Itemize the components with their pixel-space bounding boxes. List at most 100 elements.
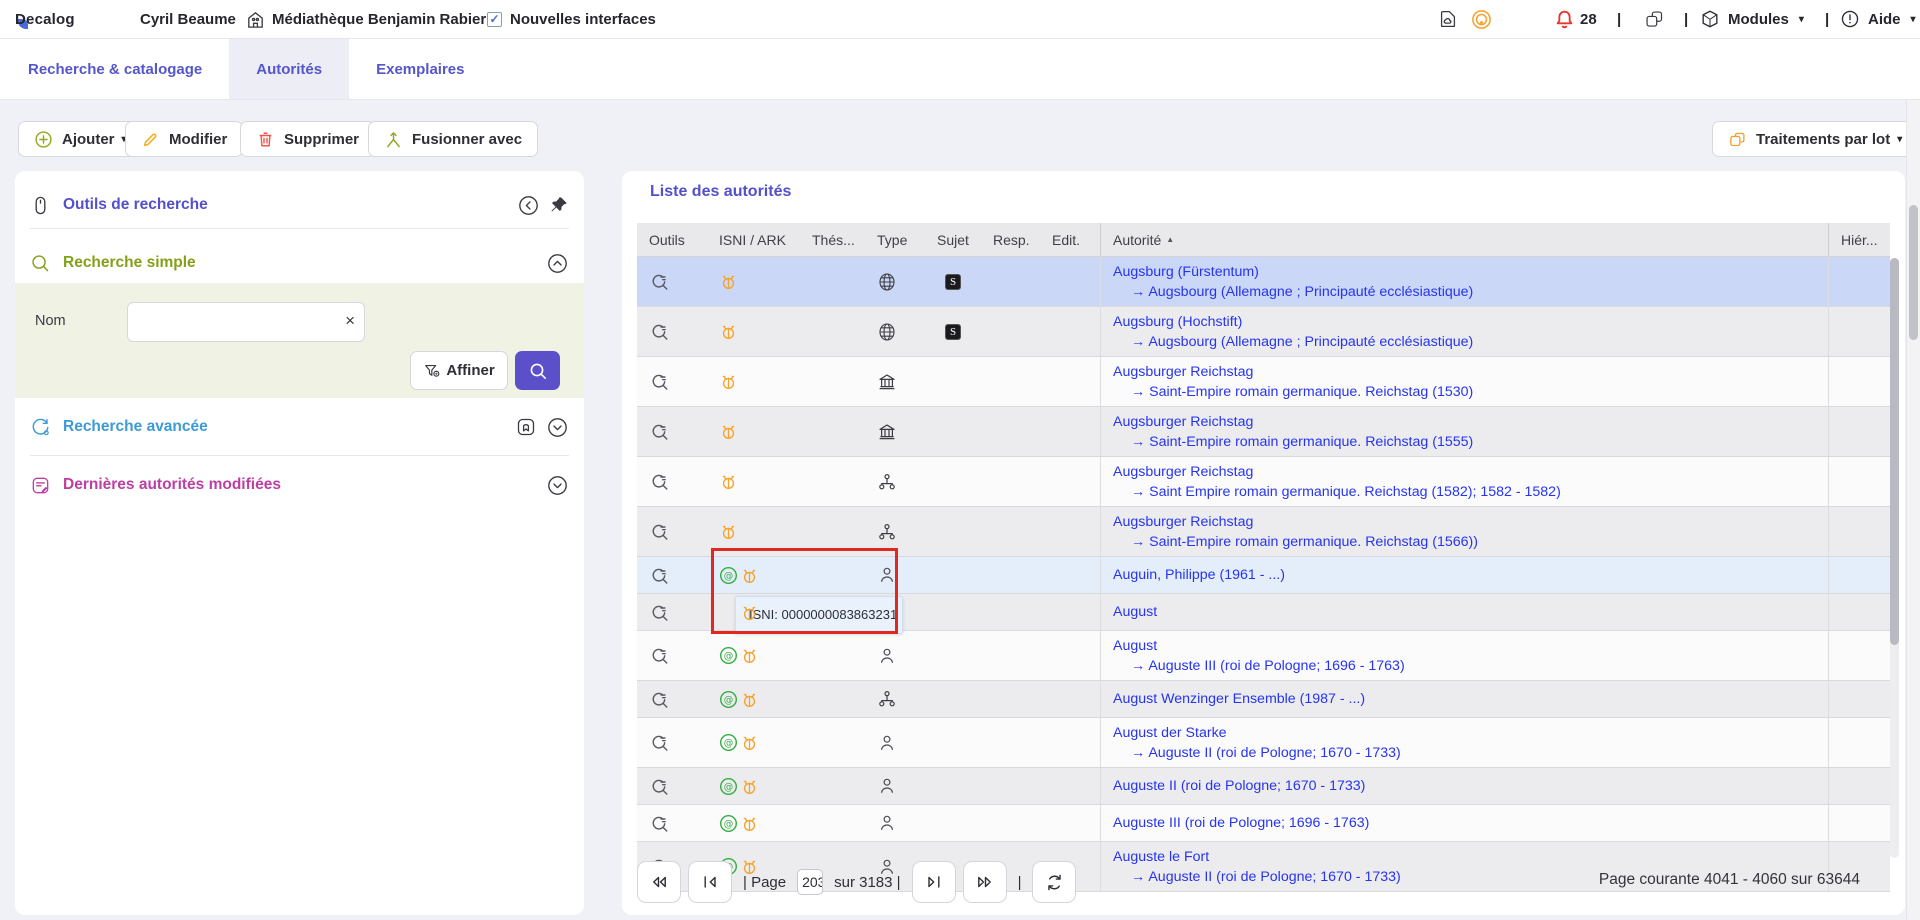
fast-next-button[interactable] <box>963 861 1007 903</box>
row-tools-icon[interactable] <box>637 557 707 593</box>
next-page-button[interactable] <box>912 861 956 903</box>
table-row[interactable]: Augsburger Reichstag→ Saint-Empire romai… <box>637 507 1890 557</box>
table-row[interactable]: @Auguste III (roi de Pologne; 1696 - 176… <box>637 805 1890 842</box>
table-row[interactable]: @ August Wenzinger Ensemble (1987 - ...) <box>637 681 1890 718</box>
authority-reference-link[interactable]: → Saint Empire romain germanique. Reichs… <box>1113 482 1828 502</box>
table-row[interactable]: SAugsburg (Hochstift)→ Augsbourg (Allema… <box>637 307 1890 357</box>
page-input[interactable] <box>797 869 823 895</box>
ark-icon[interactable] <box>719 322 738 341</box>
collapse-panel-icon[interactable] <box>517 194 540 217</box>
ark-icon[interactable] <box>740 777 759 796</box>
column-header-ids[interactable]: ISNI / ARK <box>707 223 800 256</box>
fast-previous-button[interactable] <box>637 861 681 903</box>
scrollbar-thumb[interactable] <box>1890 258 1899 645</box>
table-row[interactable]: @ August der Starke→ Auguste II (roi de P… <box>637 718 1890 768</box>
row-tools-icon[interactable] <box>637 631 707 680</box>
notifications-bell-icon[interactable] <box>1554 0 1575 38</box>
table-row[interactable]: @Auguste II (roi de Pologne; 1670 - 1733… <box>637 768 1890 805</box>
column-header-sujet[interactable]: Sujet <box>925 223 981 256</box>
authority-reference-link[interactable]: → Auguste III (roi de Pologne; 1696 - 17… <box>1113 656 1828 676</box>
column-header-hier[interactable]: Hiér... <box>1828 223 1890 256</box>
modules-menu[interactable]: Modules▾ <box>1700 0 1804 38</box>
isni-icon[interactable]: @ <box>719 566 738 585</box>
merge-button[interactable]: Fusionner avec <box>368 121 538 157</box>
column-header-resp[interactable]: Resp. <box>981 223 1040 256</box>
refine-button[interactable]: Affiner <box>410 351 508 390</box>
collapse-section-icon[interactable] <box>546 252 569 275</box>
window-scrollbar[interactable] <box>1906 100 1920 920</box>
delete-button[interactable]: Supprimer <box>240 121 375 157</box>
link-icon[interactable] <box>1644 0 1665 38</box>
library-name[interactable]: Médiathèque Benjamin Rabier <box>272 0 486 38</box>
ark-icon[interactable] <box>740 733 759 752</box>
authority-link[interactable]: August Wenzinger Ensemble (1987 - ...) <box>1113 689 1365 709</box>
new-interfaces-toggle[interactable]: ✓ Nouvelles interfaces <box>487 0 656 38</box>
table-row[interactable]: Augsburger Reichstag→ Saint-Empire romai… <box>637 357 1890 407</box>
ark-icon[interactable] <box>740 690 759 709</box>
authority-reference-link[interactable]: → Saint-Empire romain germanique. Reichs… <box>1113 432 1828 452</box>
ark-icon[interactable] <box>719 372 738 391</box>
row-tools-icon[interactable] <box>637 768 707 804</box>
help-menu[interactable]: Aide▾ <box>1840 0 1916 38</box>
column-header-outils[interactable]: Outils <box>637 223 707 256</box>
previous-page-button[interactable] <box>688 861 732 903</box>
table-row[interactable]: SAugsburg (Fürstentum)→ Augsbourg (Allem… <box>637 257 1890 307</box>
isni-icon[interactable]: @ <box>719 777 738 796</box>
edit-button[interactable]: Modifier <box>125 121 243 157</box>
window-scrollbar-thumb[interactable] <box>1909 205 1918 340</box>
table-row[interactable]: @ August→ Auguste III (roi de Pologne; 16… <box>637 631 1890 681</box>
authority-reference-link[interactable]: → Saint-Empire romain germanique. Reichs… <box>1113 382 1828 402</box>
row-tools-icon[interactable] <box>637 307 707 356</box>
authority-link[interactable]: Auguste le Fort <box>1113 847 1828 867</box>
clear-input-icon[interactable]: × <box>345 311 355 331</box>
batch-processing-button[interactable]: Traitements par lot▾ <box>1712 121 1918 157</box>
authority-reference-link[interactable]: → Augsbourg (Allemagne ; Principauté ecc… <box>1113 332 1828 352</box>
documents-icon[interactable] <box>1437 0 1459 38</box>
notification-count[interactable]: 28 <box>1580 0 1597 38</box>
expand-recent-icon[interactable] <box>546 474 569 497</box>
recent-authorities-header[interactable]: Dernières autorités modifiées <box>30 465 569 505</box>
row-tools-icon[interactable] <box>637 507 707 556</box>
authority-link[interactable]: August der Starke <box>1113 723 1828 743</box>
table-scrollbar[interactable] <box>1890 258 1899 858</box>
ark-icon[interactable] <box>740 566 759 585</box>
authority-link[interactable]: Augsburger Reichstag <box>1113 412 1828 432</box>
table-row[interactable]: Augsburger Reichstag→ Saint-Empire romai… <box>637 407 1890 457</box>
expand-advanced-icon[interactable] <box>546 416 569 439</box>
column-header-thes[interactable]: Thés... <box>800 223 865 256</box>
broadcast-icon[interactable] <box>1470 0 1493 38</box>
authority-link[interactable]: August <box>1113 636 1828 656</box>
row-tools-icon[interactable] <box>637 257 707 306</box>
authority-link[interactable]: Auguin, Philippe (1961 - ...) <box>1113 565 1285 585</box>
pin-icon[interactable] <box>549 195 569 215</box>
tab-exemplaires[interactable]: Exemplaires <box>349 39 491 99</box>
row-tools-icon[interactable] <box>637 805 707 841</box>
authority-link[interactable]: Augsburger Reichstag <box>1113 462 1828 482</box>
ark-icon[interactable] <box>740 603 759 622</box>
ark-icon[interactable] <box>740 646 759 665</box>
isni-icon[interactable]: @ <box>719 646 738 665</box>
authority-link[interactable]: Augsburger Reichstag <box>1113 512 1828 532</box>
search-button[interactable] <box>515 351 560 390</box>
row-tools-icon[interactable] <box>637 457 707 506</box>
authority-link[interactable]: Augsburg (Fürstentum) <box>1113 262 1828 282</box>
authority-reference-link[interactable]: → Augsbourg (Allemagne ; Principauté ecc… <box>1113 282 1828 302</box>
table-row[interactable]: Augsburger Reichstag→ Saint Empire romai… <box>637 457 1890 507</box>
authority-link[interactable]: Augsburg (Hochstift) <box>1113 312 1828 332</box>
authority-link[interactable]: Auguste III (roi de Pologne; 1696 - 1763… <box>1113 813 1369 833</box>
isni-icon[interactable]: @ <box>719 733 738 752</box>
add-button[interactable]: Ajouter▾ <box>18 121 143 157</box>
isni-icon[interactable]: @ <box>719 690 738 709</box>
row-tools-icon[interactable] <box>637 407 707 456</box>
ark-icon[interactable] <box>719 522 738 541</box>
row-tools-icon[interactable] <box>637 718 707 767</box>
column-header-name[interactable]: Autorité▲ <box>1100 223 1828 256</box>
tab-recherche-&-catalogage[interactable]: Recherche & catalogage <box>1 39 229 99</box>
row-tools-icon[interactable] <box>637 681 707 717</box>
row-tools-icon[interactable] <box>637 594 707 630</box>
ark-icon[interactable] <box>719 422 738 441</box>
column-header-edit[interactable]: Edit. <box>1040 223 1100 256</box>
simple-search-header[interactable]: Recherche simple <box>30 243 569 283</box>
ark-icon[interactable] <box>740 814 759 833</box>
authority-reference-link[interactable]: → Auguste II (roi de Pologne; 1670 - 173… <box>1113 743 1828 763</box>
